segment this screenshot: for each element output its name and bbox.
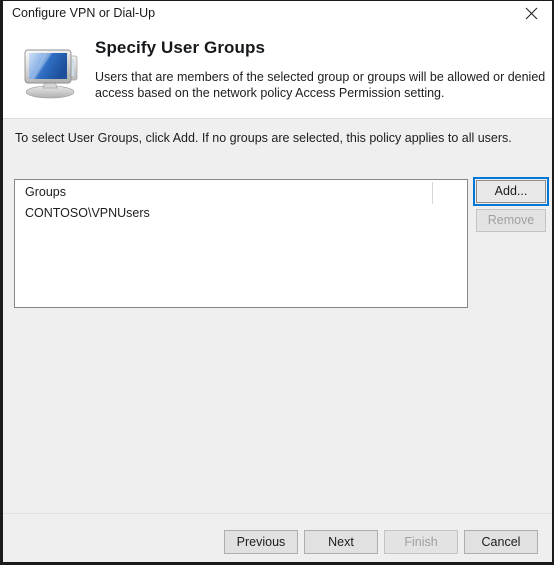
- computer-monitor-icon: [19, 40, 87, 102]
- configure-vpn-dialog: Configure VPN or Dial-Up Specify User Gr…: [0, 0, 554, 565]
- close-button[interactable]: [510, 1, 552, 26]
- column-divider[interactable]: [432, 182, 433, 204]
- instruction-text: To select User Groups, click Add. If no …: [15, 131, 512, 145]
- list-item[interactable]: CONTOSO\VPNUsers: [25, 206, 150, 220]
- dialog-footer: Previous Next Finish Cancel: [3, 514, 552, 562]
- next-button[interactable]: Next: [304, 530, 378, 554]
- dialog-header: Specify User Groups Users that are membe…: [3, 26, 552, 119]
- close-icon: [525, 7, 538, 20]
- title-bar: Configure VPN or Dial-Up: [3, 1, 552, 26]
- page-title: Specify User Groups: [95, 38, 266, 57]
- remove-button: Remove: [476, 209, 546, 232]
- previous-button[interactable]: Previous: [224, 530, 298, 554]
- listbox-column-header: Groups: [15, 180, 467, 206]
- window-title: Configure VPN or Dial-Up: [12, 6, 156, 20]
- add-button[interactable]: Add...: [473, 177, 549, 206]
- column-header-groups: Groups: [25, 185, 66, 199]
- dialog-body: To select User Groups, click Add. If no …: [3, 120, 552, 562]
- cancel-button[interactable]: Cancel: [464, 530, 538, 554]
- page-description: Users that are members of the selected g…: [95, 70, 546, 100]
- finish-button: Finish: [384, 530, 458, 554]
- groups-listbox[interactable]: Groups CONTOSO\VPNUsers: [14, 179, 468, 308]
